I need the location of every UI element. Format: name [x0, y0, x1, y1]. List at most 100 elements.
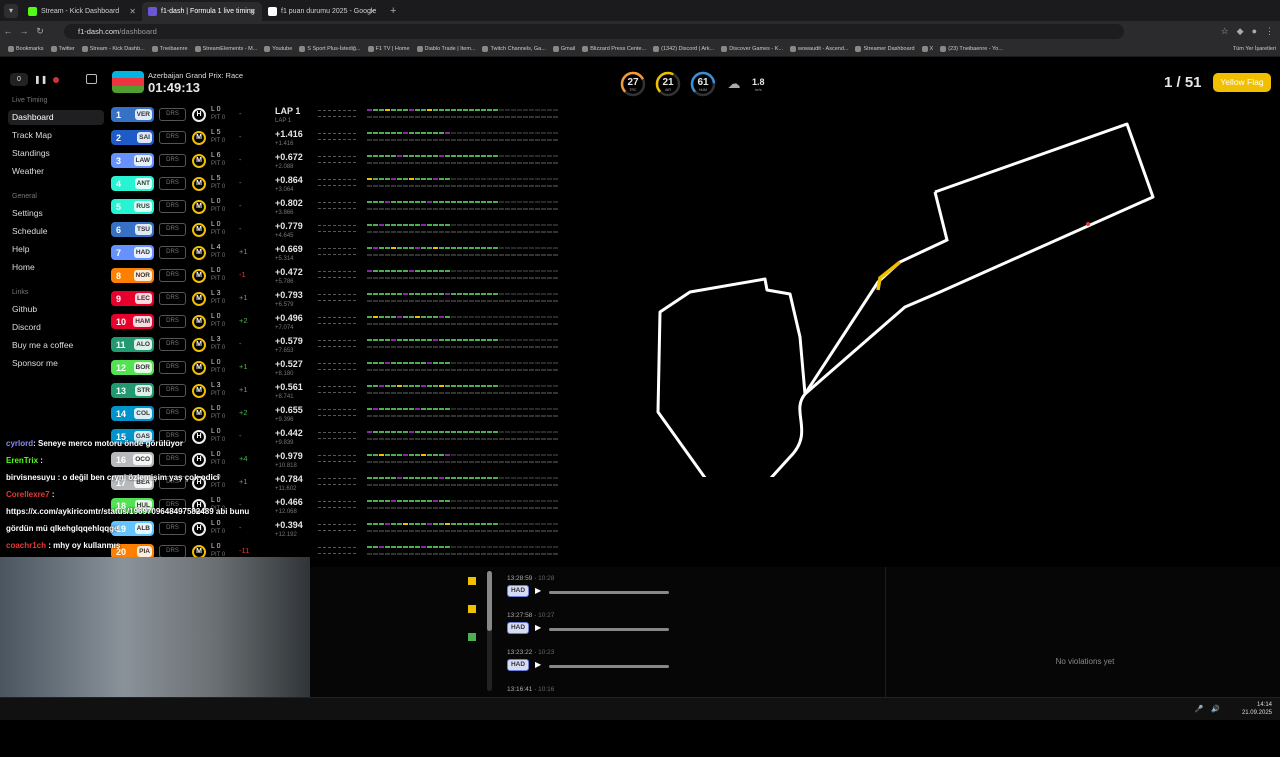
tyre-compound-icon: H: [192, 108, 206, 122]
audio-progress-bar[interactable]: [549, 665, 669, 668]
pause-icon[interactable]: ❚❚: [34, 75, 47, 84]
reload-icon[interactable]: ↻: [32, 26, 48, 37]
bookmark-item[interactable]: Diablo Trade | Item...: [416, 45, 475, 52]
bookmark-item[interactable]: Discover Games - K...: [721, 45, 783, 52]
bookmark-star-icon[interactable]: ☆: [1221, 26, 1229, 37]
extensions-icon[interactable]: ◆: [1237, 26, 1244, 37]
sidebar-item-track-map[interactable]: Track Map: [8, 128, 104, 143]
tyre-age: L 0 PIT 0: [211, 405, 225, 421]
bookmark-item[interactable]: Streamer Dashboard: [855, 45, 915, 52]
drs-indicator: DRS: [159, 338, 186, 351]
browser-tab[interactable]: f1-dash | Formula 1 live timing ✕: [142, 2, 262, 21]
play-icon[interactable]: ▶: [535, 586, 541, 595]
weather-gauge-hum: 61 HUM: [690, 71, 716, 97]
bookmark-item[interactable]: Blizzard Press Cente...: [582, 45, 646, 52]
driver-row[interactable]: 10 HAM DRS M L 0 PIT 0 +2 +0.496 +7.074: [110, 312, 560, 333]
driver-row[interactable]: 5 RUS DRS M L 0 PIT 0 - +0.802 +3.866: [110, 197, 560, 218]
bookmark-favicon-icon: [416, 45, 423, 52]
radio-local-time: 10:16: [538, 686, 555, 693]
sidebar-item-buy-me-a-coffee[interactable]: Buy me a coffee: [8, 338, 104, 353]
radio-time: 13:16:41: [507, 686, 533, 693]
profile-icon[interactable]: ●: [1252, 26, 1257, 37]
radio-timestamp: 13:27:58 · 10:27: [507, 612, 555, 619]
lap-times-placeholder: [318, 139, 356, 142]
mic-icon[interactable]: 🎤: [1195, 705, 1204, 713]
play-icon[interactable]: ▶: [535, 623, 541, 632]
sidebar-item-github[interactable]: Github: [8, 302, 104, 317]
bookmark-item[interactable]: Bookmarks: [8, 45, 44, 52]
tyre-age: L 5 PIT 0: [211, 129, 225, 145]
bookmark-item[interactable]: wowaudit - Ascend...: [790, 45, 848, 52]
drs-indicator: DRS: [159, 154, 186, 167]
bookmark-item[interactable]: Gmail: [552, 45, 575, 52]
record-icon[interactable]: [53, 76, 60, 83]
bookmark-item[interactable]: Twitch Channels, Ga...: [482, 45, 546, 52]
new-tab-button[interactable]: +: [390, 5, 396, 17]
bookmark-item[interactable]: Youtube: [264, 45, 292, 52]
close-tab-icon[interactable]: ✕: [129, 7, 136, 16]
delay-counter[interactable]: 0: [10, 73, 28, 86]
mini-sectors-best: [367, 530, 558, 532]
driver-row[interactable]: 7 HAD DRS M L 4 PIT 0 +1 +0.669 +5.314: [110, 243, 560, 264]
driver-row[interactable]: 9 LEC DRS M L 3 PIT 0 +1 +0.793 +6.579: [110, 289, 560, 310]
track-outline-upper: [803, 191, 949, 395]
sidebar-item-discord[interactable]: Discord: [8, 320, 104, 335]
bookmark-favicon-icon: [194, 45, 201, 52]
close-tab-icon[interactable]: ✕: [249, 7, 256, 16]
volume-icon[interactable]: 🔊: [1211, 705, 1220, 713]
driver-row[interactable]: 3 LAW DRS M L 6 PIT 0 - +0.672 +2.088: [110, 151, 560, 172]
position-number: 14: [116, 408, 127, 419]
sidebar-item-sponsor-me[interactable]: Sponsor me: [8, 356, 104, 371]
bookmark-item[interactable]: Twitter: [50, 45, 75, 52]
url-field[interactable]: f1-dash.com/dashboard: [64, 23, 1124, 39]
all-bookmarks-link[interactable]: Tüm Yer İşaretleri: [1233, 46, 1276, 52]
sidebar-toggle-icon[interactable]: [86, 74, 97, 84]
browser-tab[interactable]: f1 puan durumu 2025 - Google ✕: [262, 2, 382, 21]
sidebar-item-standings[interactable]: Standings: [8, 146, 104, 161]
browser-tab[interactable]: Stream - Kick Dashboard ✕: [22, 2, 142, 21]
driver-row[interactable]: 2 SAI DRS M L 5 PIT 0 - +1.416 +1.416: [110, 128, 560, 149]
mini-sectors-best: [367, 231, 558, 233]
radio-scrollbar[interactable]: [487, 571, 492, 691]
driver-row[interactable]: 8 NOR DRS M L 0 PIT 0 -1 +0.472 +5.786: [110, 266, 560, 287]
sidebar-item-schedule[interactable]: Schedule: [8, 224, 104, 239]
sidebar-item-weather[interactable]: Weather: [8, 164, 104, 179]
tab-search-icon[interactable]: ▾: [4, 4, 18, 18]
pit-count: PIT 0: [211, 414, 226, 420]
browser-menu-icon[interactable]: ⋮: [1265, 26, 1274, 37]
driver-row[interactable]: 14 COL DRS M L 0 PIT 0 +2 +0.655 +9.396: [110, 404, 560, 425]
close-tab-icon[interactable]: ✕: [369, 7, 376, 16]
bookmark-item[interactable]: (1342) Discord | Ark...: [653, 45, 714, 52]
cloud-icon: ☁: [727, 76, 741, 91]
position-number: 9: [116, 293, 122, 304]
radio-local-time: 10:23: [538, 649, 555, 656]
audio-progress-bar[interactable]: [549, 628, 669, 631]
driver-row[interactable]: 1 VER DRS H L 0 PIT 0 - LAP 1 LAP 1: [110, 105, 560, 126]
bookmark-item[interactable]: S Sport Plus-İstediğ...: [299, 45, 361, 52]
lap-times-placeholder: [318, 231, 356, 234]
tyre-age: L 3 PIT 0: [211, 382, 225, 398]
bookmark-item[interactable]: F1 TV | Home: [367, 45, 410, 52]
bookmark-item[interactable]: X: [921, 45, 933, 52]
play-icon[interactable]: ▶: [535, 660, 541, 669]
driver-row[interactable]: 6 TSU DRS M L 0 PIT 0 - +0.779 +4.645: [110, 220, 560, 241]
driver-row[interactable]: 11 ALO DRS M L 3 PIT 0 - +0.579 +7.653: [110, 335, 560, 356]
lap-times-placeholder: [318, 501, 356, 504]
bookmark-item[interactable]: StreamElements - M...: [194, 45, 257, 52]
bookmark-item[interactable]: Stream - Kick Dashb...: [81, 45, 145, 52]
driver-row[interactable]: 13 STR DRS M L 3 PIT 0 +1 +0.561 +8.741: [110, 381, 560, 402]
bookmark-item[interactable]: (23) Tneibaenre - Yo...: [940, 45, 1003, 52]
gap-to-leader: +0.793 +6.579: [275, 290, 303, 310]
team-radio-panel: 13:28:59 · 10:28 HAD ▶ 13:27:58 · 10:27 HAD ▶…: [310, 567, 1280, 697]
forward-icon[interactable]: →: [16, 26, 32, 36]
back-icon[interactable]: ←: [0, 26, 16, 36]
sidebar-item-settings[interactable]: Settings: [8, 206, 104, 221]
driver-row[interactable]: 12 BOR DRS M L 0 PIT 0 +1 +0.527 +8.180: [110, 358, 560, 379]
bookmark-item[interactable]: Tneibaenre: [151, 45, 188, 52]
sidebar-item-dashboard[interactable]: Dashboard: [8, 110, 104, 125]
driver-row[interactable]: 4 ANT DRS M L 5 PIT 0 - +0.864 +3.064: [110, 174, 560, 195]
sidebar-item-help[interactable]: Help: [8, 242, 104, 257]
sidebar-item-home[interactable]: Home: [8, 260, 104, 275]
bookmark-label: (23) Tneibaenre - Yo...: [948, 45, 1003, 52]
audio-progress-bar[interactable]: [549, 591, 669, 594]
